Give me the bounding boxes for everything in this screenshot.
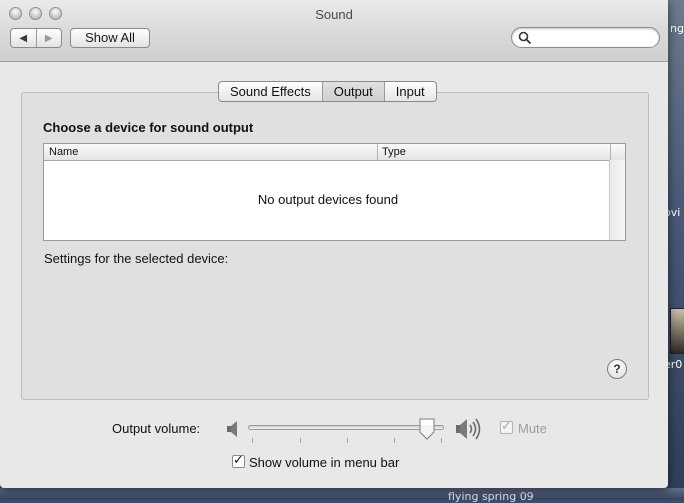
slider-tick [300,438,301,443]
speaker-high-icon [456,418,481,440]
back-button[interactable]: ◀ [11,29,36,47]
window-title: Sound [315,7,353,22]
slider-tick [441,438,442,443]
checkmark-icon: ✓ [233,452,244,467]
desktop-background-bottom [0,488,684,500]
tab-sound-effects[interactable]: Sound Effects [219,82,322,101]
desktop-item-label: flying spring 09 [448,490,534,503]
checkmark-icon: ✓ [501,418,512,433]
column-divider[interactable] [610,144,611,160]
sound-preferences-window: Sound ◀ ▶ Show All Sound Effects Output … [0,0,668,488]
show-all-button[interactable]: Show All [70,28,150,48]
desktop-item-label: ng [670,22,684,35]
tab-bar: Sound Effects Output Input [218,81,437,102]
tab-output[interactable]: Output [321,82,384,101]
volume-slider-thumb[interactable] [419,418,435,440]
desktop-background [668,0,684,500]
title-bar[interactable]: Sound ◀ ▶ Show All [0,0,668,62]
slider-tick [252,438,253,443]
mute-label: Mute [518,421,547,436]
forward-button[interactable]: ▶ [35,29,62,47]
empty-table-message: No output devices found [257,192,399,207]
column-header-type[interactable]: Type [382,145,406,159]
show-volume-checkbox[interactable]: ✓ [232,452,245,468]
output-device-heading: Choose a device for sound output [43,120,254,135]
search-icon [518,31,532,45]
show-volume-label: Show volume in menu bar [249,455,400,470]
column-divider[interactable] [377,144,378,160]
help-button[interactable]: ? [607,359,627,379]
device-settings-label: Settings for the selected device: [44,251,229,266]
tab-content-panel [21,92,649,400]
column-header-name[interactable]: Name [49,145,78,159]
search-field[interactable] [511,27,660,48]
volume-slider-track[interactable] [248,425,444,430]
desktop-thumbnail[interactable] [670,308,684,354]
help-icon: ? [613,362,621,376]
slider-tick [394,438,395,443]
mute-checkbox[interactable]: ✓ [500,418,513,434]
output-device-table[interactable]: Name Type No output devices found [43,143,626,241]
back-forward-control: ◀ ▶ [10,28,62,48]
output-volume-label: Output volume: [112,421,201,436]
slider-tick [347,438,348,443]
speaker-low-icon [227,421,237,437]
table-header: Name Type [44,144,625,161]
search-input[interactable] [536,30,655,46]
table-scrollbar[interactable] [609,160,625,240]
tab-input[interactable]: Input [383,82,436,101]
